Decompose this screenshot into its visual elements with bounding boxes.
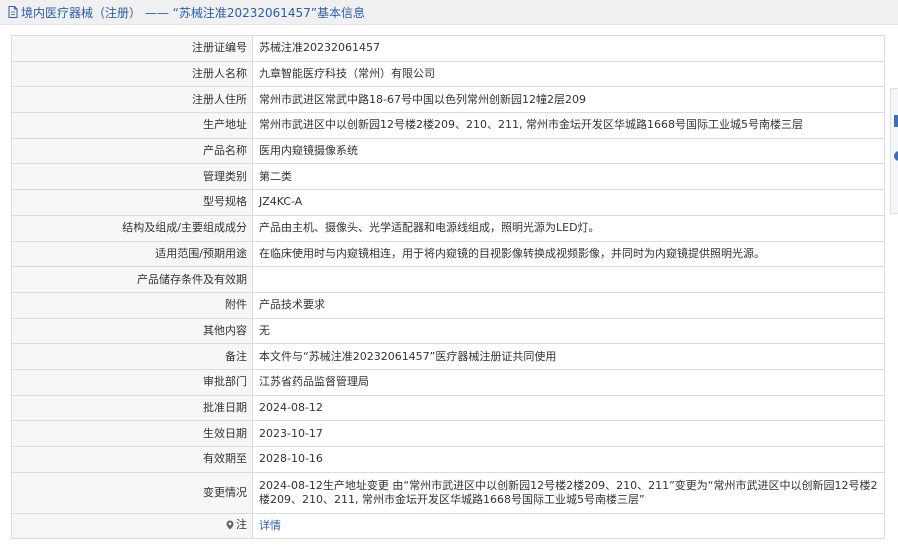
row-value: 第二类 [252,163,885,191]
row-label: 有效期至 [11,446,253,473]
row-value: 医用内窥镜摄像系统 [252,137,885,165]
table-row: 审批部门 江苏省药品监督管理局 [11,368,885,396]
row-label: 附件 [11,291,253,319]
note-value-cell: 详情 [252,512,885,540]
table-row: 附件 产品技术要求 [11,291,885,319]
table-row: 其他内容无 [11,317,885,345]
row-value: 常州市武进区中以创新园12号楼2楼209、210、211, 常州市金坛开发区华城… [252,112,885,139]
page-header: 境内医疗器械（注册） —— “苏械注准20232061457”基本信息 [0,0,898,25]
row-label: 备注 [11,343,253,370]
location-pin-icon [226,520,234,530]
table-row: 产品名称 医用内窥镜摄像系统 [11,137,885,165]
side-toolbar-icon-top[interactable] [894,115,898,127]
table-row: 生效日期 2023-10-17 [11,420,885,447]
row-value: JZ4KC-A [252,189,885,216]
row-value: 江苏省药品监督管理局 [252,368,885,396]
row-label: 生效日期 [11,420,253,447]
row-value: 2028-10-16 [252,446,885,473]
row-value: 苏械注准20232061457 [252,35,885,62]
row-value: 无 [252,317,885,345]
row-value: 本文件与“苏械注准20232061457”医疗器械注册证共同使用 [252,343,885,370]
row-label: 产品名称 [11,137,253,165]
table-row: 管理类别 第二类 [11,163,885,191]
row-label: 注册证编号 [11,35,253,62]
note-label-cell: 注 [11,512,253,540]
row-label: 其他内容 [11,317,253,345]
row-value: 2024-08-12 [252,394,885,422]
details-link[interactable]: 详情 [259,519,281,532]
row-value: 九章智能医疗科技（常州）有限公司 [252,60,885,88]
table-row: 注册人住所 常州市武进区常武中路18-67号中国以色列常州创新园12幢2层209 [11,86,885,114]
row-label: 结构及组成/主要组成成分 [11,214,253,242]
row-value: 2024-08-12生产地址变更 由“常州市武进区中以创新园12号楼2楼209、… [252,471,885,514]
table-row-note: 注 详情 [11,512,885,540]
row-value: 常州市武进区常武中路18-67号中国以色列常州创新园12幢2层209 [252,86,885,114]
table-row: 有效期至 2028-10-16 [11,446,885,473]
row-label: 批准日期 [11,394,253,422]
table-row: 批准日期 2024-08-12 [11,394,885,422]
row-label: 注册人住所 [11,86,253,114]
row-value: 2023-10-17 [252,420,885,447]
row-value: 产品技术要求 [252,291,885,319]
table-row: 结构及组成/主要组成成分 产品由主机、摄像头、光学适配器和电源线组成，照明光源为L… [11,214,885,242]
row-label: 审批部门 [11,368,253,396]
row-value: 产品由主机、摄像头、光学适配器和电源线组成，照明光源为LED灯。 [252,214,885,242]
table-row: 生产地址 常州市武进区中以创新园12号楼2楼209、210、211, 常州市金坛开… [11,112,885,139]
side-toolbar [890,88,898,214]
table-row: 产品储存条件及有效期 [11,266,885,293]
row-label: 注册人名称 [11,60,253,88]
row-label: 适用范围/预期用途 [11,240,253,268]
table-row: 注册证编号 苏械注准20232061457 [11,35,885,62]
table-row: 注册人名称 九章智能医疗科技（常州）有限公司 [11,60,885,88]
row-label: 变更情况 [11,471,253,514]
row-value [252,266,885,293]
table-row: 型号规格 JZ4KC-A [11,189,885,216]
table-row: 变更情况 2024-08-12生产地址变更 由“常州市武进区中以创新园12号楼2楼… [11,471,885,514]
row-label: 型号规格 [11,189,253,216]
row-label: 生产地址 [11,112,253,139]
row-label: 产品储存条件及有效期 [11,266,253,293]
basic-info-table: 注册证编号 苏械注准20232061457 注册人名称 九章智能医疗科技（常州）有限公… [11,35,885,540]
side-toolbar-icon-bottom[interactable] [894,151,898,161]
row-label: 管理类别 [11,163,253,191]
row-value: 在临床使用时与内窥镜相连，用于将内窥镜的目视影像转换成视频影像，并同时为内窥镜提… [252,240,885,268]
note-label: 注 [236,518,247,532]
page-title: 境内医疗器械（注册） —— “苏械注准20232061457”基本信息 [21,5,366,20]
table-row: 适用范围/预期用途 在临床使用时与内窥镜相连，用于将内窥镜的目视影像转换成视频影像… [11,240,885,268]
document-icon [8,6,18,18]
table-row: 备注 本文件与“苏械注准20232061457”医疗器械注册证共同使用 [11,343,885,370]
